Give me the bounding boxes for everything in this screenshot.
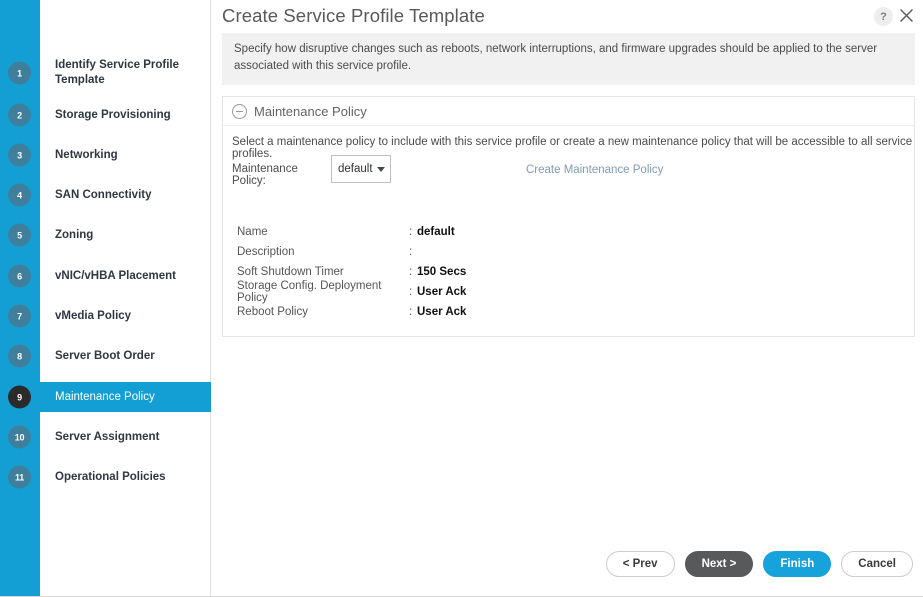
sidebar-item-label: Storage Provisioning	[55, 108, 171, 121]
maintenance-policy-select[interactable]: default	[331, 155, 391, 183]
detail-key: Soft Shutdown Timer	[237, 266, 344, 278]
dialog-content: Create Service Profile Template ? Specif…	[212, 0, 923, 596]
detail-separator: :	[409, 226, 413, 238]
step-number-badge: 4	[8, 183, 31, 207]
detail-row: Soft Shutdown Timer:150 Secs	[237, 262, 687, 282]
minus-circle-icon[interactable]	[232, 103, 247, 119]
sidebar-item-label: SAN Connectivity	[55, 188, 152, 201]
intro-text: Specify how disruptive changes such as r…	[234, 43, 878, 72]
maintenance-policy-panel: Maintenance Policy Select a maintenance …	[222, 96, 915, 337]
close-icon[interactable]	[895, 4, 917, 26]
step-number-badge: 10	[8, 425, 31, 449]
sidebar-item-zoning[interactable]: 5 Zoning	[0, 220, 211, 250]
step-number-badge: 2	[8, 103, 31, 127]
sidebar-item-san-connectivity[interactable]: 4 SAN Connectivity	[0, 180, 211, 210]
detail-separator: :	[409, 266, 413, 278]
maintenance-policy-selected-value: default	[338, 163, 373, 175]
detail-key: Name	[237, 226, 268, 238]
step-number-badge: 6	[8, 264, 31, 288]
detail-key: Storage Config. Deployment Policy	[237, 280, 382, 304]
sidebar-item-vmedia-policy[interactable]: 7 vMedia Policy	[0, 301, 211, 331]
step-number-badge: 5	[8, 223, 31, 247]
sidebar-item-server-boot-order[interactable]: 8 Server Boot Order	[0, 341, 211, 371]
wizard-panel	[40, 0, 211, 596]
detail-value: default	[417, 226, 455, 238]
sidebar-item-vnic-vhba-placement[interactable]: 6 vNIC/vHBA Placement	[0, 261, 211, 291]
detail-separator: :	[409, 306, 413, 318]
detail-separator: :	[409, 286, 413, 298]
sidebar-item-identify-service-profile-template[interactable]: 1 Identify Service Profile Template	[0, 58, 211, 88]
sidebar-item-label: Operational Policies	[55, 470, 166, 483]
sidebar-item-server-assignment[interactable]: 10 Server Assignment	[0, 422, 211, 452]
prev-button[interactable]: < Prev	[605, 551, 675, 577]
next-button[interactable]: Next >	[684, 551, 754, 577]
create-maintenance-policy-link[interactable]: Create Maintenance Policy	[526, 164, 663, 176]
detail-key: Description	[237, 246, 295, 258]
maintenance-policy-details: Name: default Description: Soft Shutdown Ti…	[237, 222, 687, 322]
finish-button[interactable]: Finish	[763, 551, 832, 577]
step-number-badge: 7	[8, 304, 31, 328]
sidebar-item-storage-provisioning[interactable]: 2 Storage Provisioning	[0, 100, 211, 130]
sidebar-item-label: vMedia Policy	[55, 309, 132, 322]
create-service-profile-template-dialog: 1 Identify Service Profile Template 2 Stora…	[0, 0, 923, 597]
step-number-badge: 1	[8, 61, 31, 85]
sidebar-item-label: Networking	[55, 148, 118, 161]
section-title: Maintenance Policy	[254, 103, 367, 119]
detail-row: Description:	[237, 242, 687, 262]
dialog-footer: < Prev Next > Finish Cancel	[212, 551, 923, 577]
detail-value: User Ack	[417, 306, 467, 318]
step-number-badge: 11	[8, 465, 31, 489]
step-number-badge: 3	[8, 143, 31, 167]
wizard-rail	[0, 0, 40, 596]
detail-row: Name: default	[237, 222, 687, 242]
cancel-button[interactable]: Cancel	[841, 551, 913, 577]
section-header: Maintenance Policy	[223, 97, 914, 126]
detail-key: Reboot Policy	[237, 306, 308, 318]
detail-separator: :	[409, 246, 413, 258]
step-number-badge: 8	[8, 344, 31, 368]
sidebar-item-label: Server Assignment	[55, 430, 160, 443]
sidebar-item-label: Maintenance Policy	[55, 390, 155, 403]
detail-row: Storage Config. Deployment Policy: User A…	[237, 280, 687, 304]
sidebar-item-label: Server Boot Order	[55, 349, 155, 362]
step-number-badge: 9	[8, 385, 31, 409]
sidebar-item-operational-policies[interactable]: 11 Operational Policies	[0, 462, 211, 492]
detail-row: Reboot Policy: User Ack	[237, 302, 687, 322]
sidebar-item-label: vNIC/vHBA Placement	[55, 269, 177, 282]
page-title: Create Service Profile Template	[222, 5, 485, 26]
chevron-down-icon	[376, 166, 385, 172]
question-mark-icon[interactable]: ?	[874, 7, 893, 26]
sidebar-item-label: Identify Service Profile Template	[55, 59, 179, 86]
sidebar-item-networking[interactable]: 3 Networking	[0, 140, 211, 170]
sidebar-item-maintenance-policy[interactable]: 9 Maintenance Policy	[0, 382, 211, 412]
intro-banner: Specify how disruptive changes such as r…	[222, 33, 915, 85]
detail-value: User Ack	[417, 286, 467, 298]
sidebar-item-label: Zoning	[55, 228, 94, 241]
detail-value: 150 Secs	[417, 266, 467, 278]
maintenance-policy-label: Maintenance Policy:	[232, 163, 298, 187]
